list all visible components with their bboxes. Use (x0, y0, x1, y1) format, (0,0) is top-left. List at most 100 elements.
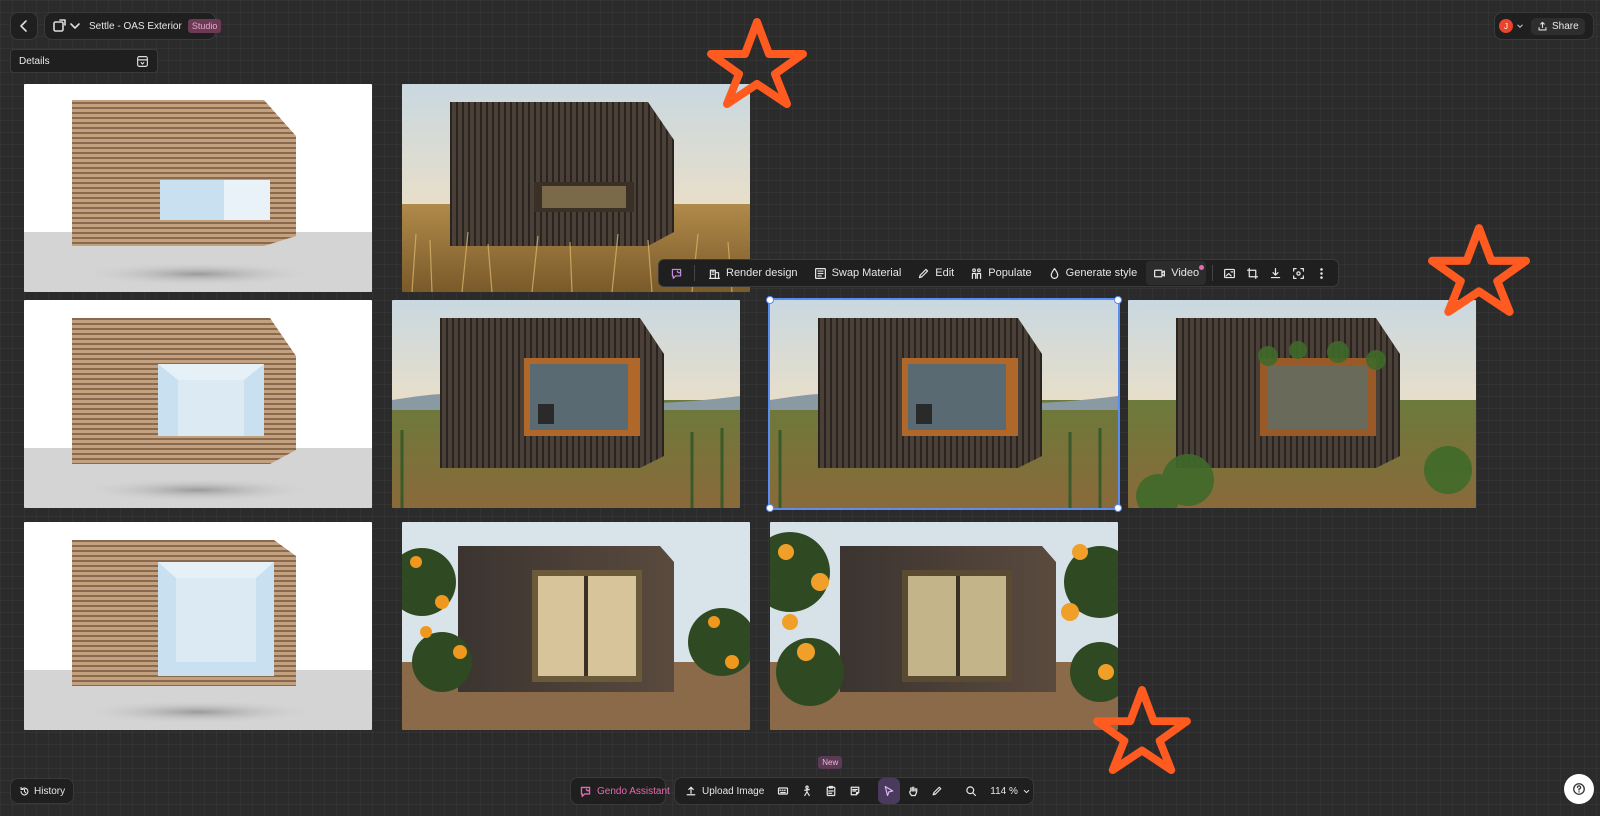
populate-label: Populate (988, 267, 1032, 279)
assistant-toolbar-button[interactable] (665, 261, 688, 285)
share-button[interactable]: Share (1531, 17, 1585, 35)
chat-sparkle-icon (671, 268, 682, 279)
sticky-note-button[interactable] (844, 778, 866, 804)
app-logo-icon[interactable] (51, 13, 67, 39)
render-orange-grove-1[interactable] (402, 522, 750, 730)
generate-style-button[interactable]: Generate style (1041, 261, 1145, 285)
share-icon (1538, 21, 1547, 30)
pencil-icon (932, 786, 942, 796)
hand-icon (909, 786, 918, 797)
swap-material-label: Swap Material (831, 267, 902, 279)
people-icon (972, 267, 982, 279)
focus-button[interactable] (1288, 261, 1309, 285)
new-badge: New (818, 756, 843, 769)
star-annotation-top[interactable] (706, 18, 808, 108)
clipboard-tool-button[interactable]: New (818, 756, 843, 804)
material-icon (814, 267, 826, 279)
project-header: Settle - OAS Exterior Studio (44, 12, 222, 40)
panel-toggle-icon[interactable] (136, 55, 149, 68)
person-walking-icon (804, 785, 811, 797)
upload-image-button[interactable]: Upload Image (679, 778, 770, 804)
render-vineyard-1[interactable] (392, 300, 740, 508)
more-vertical-icon (1320, 267, 1323, 279)
pan-tool-button[interactable] (902, 778, 924, 804)
help-button[interactable] (1564, 774, 1594, 804)
back-panel (10, 12, 38, 40)
focus-icon (1293, 267, 1305, 279)
assistant-chat-icon (580, 786, 591, 797)
assistant-panel: Gendo Assistant (570, 777, 670, 805)
history-panel: History (10, 778, 74, 804)
sticky-note-icon (850, 786, 860, 796)
render-orange-grove-2[interactable] (770, 522, 1118, 730)
crop-button[interactable] (1242, 261, 1263, 285)
video-button[interactable]: Video (1146, 261, 1207, 285)
resize-handle-bottom-right[interactable] (1114, 504, 1122, 512)
sketch-model-3[interactable] (24, 522, 372, 730)
help-icon (1573, 783, 1585, 795)
history-button[interactable]: History (15, 778, 69, 804)
building-icon (709, 269, 720, 279)
swap-material-button[interactable]: Swap Material (807, 261, 909, 285)
share-label: Share (1552, 20, 1579, 32)
render-vineyard-2-selected[interactable] (768, 298, 1120, 510)
history-icon (20, 786, 29, 795)
top-right-panel: J Share (1494, 12, 1594, 40)
avatar[interactable]: J (1499, 19, 1525, 33)
upload-icon (686, 786, 696, 796)
resize-handle-top-left[interactable] (766, 296, 774, 304)
keyboard-icon (778, 787, 789, 795)
edit-button[interactable]: Edit (910, 261, 961, 285)
video-label: Video (1171, 267, 1200, 279)
clipboard-icon (826, 785, 836, 797)
zoom-fit-button[interactable] (960, 778, 982, 804)
populate-button[interactable]: Populate (963, 261, 1038, 285)
image-toolbar: Render design Swap Material Edit Populat… (658, 259, 1340, 287)
details-panel[interactable]: Details (10, 49, 158, 73)
toolbar-divider (1212, 265, 1214, 281)
back-button[interactable] (11, 13, 37, 39)
generate-style-label: Generate style (1065, 267, 1138, 279)
cursor-arrow-icon (884, 785, 894, 797)
plan-badge: Studio (187, 19, 222, 33)
draw-tool-button[interactable] (926, 778, 948, 804)
video-camera-icon (1154, 269, 1166, 277)
download-button[interactable] (1265, 261, 1286, 285)
person-tool-button[interactable] (796, 778, 818, 804)
resize-handle-bottom-left[interactable] (766, 504, 774, 512)
add-image-button[interactable] (1219, 261, 1240, 285)
pencil-icon (919, 268, 929, 278)
render-design-button[interactable]: Render design (701, 261, 805, 285)
select-tool-button[interactable] (878, 778, 901, 804)
image-plus-icon (1224, 268, 1236, 278)
details-label: Details (19, 55, 50, 67)
sketch-model-2[interactable] (24, 300, 372, 508)
edit-label: Edit (935, 267, 955, 279)
toolbar-divider (694, 265, 695, 281)
zoom-level-dropdown[interactable]: 114 % (984, 778, 1037, 804)
gendo-assistant-button[interactable]: Gendo Assistant (573, 778, 676, 804)
zoom-level: 114 % (990, 785, 1018, 797)
zoom-icon (966, 786, 977, 797)
star-annotation-right[interactable] (1428, 224, 1530, 316)
tools-panel: Upload Image New 114 % (674, 756, 1037, 805)
resize-handle-top-right[interactable] (1114, 296, 1122, 304)
more-options-button[interactable] (1311, 261, 1332, 285)
keyboard-button[interactable] (772, 778, 794, 804)
style-drop-icon (1050, 267, 1059, 279)
download-icon (1270, 267, 1281, 278)
history-label: History (34, 785, 66, 797)
chevron-down-icon (1023, 789, 1030, 793)
upload-image-label: Upload Image (702, 785, 765, 797)
chevron-down-icon[interactable] (67, 13, 83, 39)
notification-dot (1199, 265, 1205, 270)
chevron-left-icon (20, 20, 27, 32)
sketch-model-1[interactable] (24, 84, 372, 292)
assistant-label: Gendo Assistant (597, 785, 670, 797)
render-vineyard-vines[interactable] (1128, 300, 1476, 508)
chevron-down-icon (1517, 24, 1523, 28)
project-title[interactable]: Settle - OAS Exterior (89, 21, 182, 32)
star-annotation-bottom[interactable] (1092, 686, 1192, 774)
crop-icon (1247, 267, 1259, 279)
render-design-label: Render design (726, 267, 798, 279)
